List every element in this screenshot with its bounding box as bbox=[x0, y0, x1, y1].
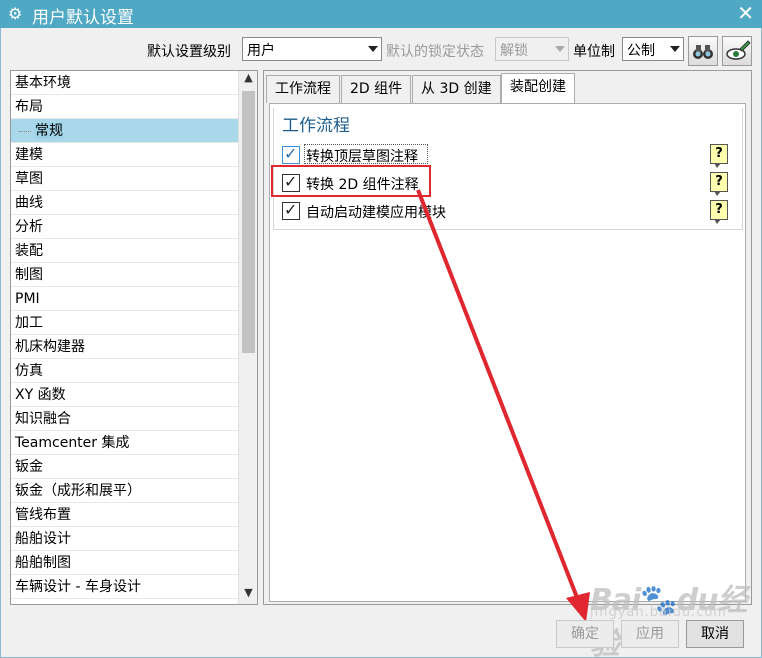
binoculars-icon bbox=[693, 45, 713, 59]
tree-item[interactable]: 草图 bbox=[11, 167, 239, 191]
window-title: 用户默认设置 bbox=[32, 8, 134, 28]
tree-item-selected[interactable]: 常规 bbox=[11, 119, 239, 143]
apply-button[interactable]: 应用 bbox=[621, 620, 679, 648]
settings-panel: 工作流程 2D 组件 从 3D 创建 装配创建 工作流程 ✓ 转换顶层草图注释 … bbox=[263, 70, 752, 605]
tree-item[interactable]: 制图 bbox=[11, 263, 239, 287]
level-select-value: 用户 bbox=[247, 43, 275, 59]
tree-item[interactable]: 仿真 bbox=[11, 359, 239, 383]
tree-item[interactable]: 分析 bbox=[11, 215, 239, 239]
tree-item[interactable]: 钣金（成形和展平） bbox=[11, 479, 239, 503]
tree-item[interactable]: 建模 bbox=[11, 143, 239, 167]
lock-label: 默认的锁定状态 bbox=[386, 44, 484, 60]
find-button[interactable] bbox=[688, 36, 718, 66]
units-select[interactable]: 公制 bbox=[622, 37, 684, 61]
tab-workflow[interactable]: 工作流程 bbox=[266, 75, 340, 103]
group-title: 工作流程 bbox=[282, 116, 350, 136]
tab-create-from-3d[interactable]: 从 3D 创建 bbox=[412, 75, 501, 103]
tree-item[interactable]: 机床构建器 bbox=[11, 335, 239, 359]
chevron-up-icon[interactable]: ▲ bbox=[239, 71, 257, 89]
view-button[interactable] bbox=[722, 36, 752, 66]
chevron-down-icon bbox=[368, 46, 378, 52]
tree-item[interactable]: 曲线 bbox=[11, 191, 239, 215]
vertical-scrollbar[interactable]: ▲ ▼ bbox=[238, 71, 257, 604]
checkmark-icon: ✓ bbox=[284, 144, 298, 163]
tree-item[interactable]: 船舶设计 bbox=[11, 527, 239, 551]
auto-start-modeling-checkbox[interactable]: ✓ bbox=[282, 200, 300, 220]
tree-item[interactable]: 管线布置 bbox=[11, 503, 239, 527]
tree-item[interactable]: PMI bbox=[11, 287, 239, 311]
gear-icon: ⚙ bbox=[8, 4, 23, 23]
level-label: 默认设置级别 bbox=[147, 44, 231, 60]
chevron-down-icon bbox=[670, 46, 680, 52]
chevron-down-icon bbox=[555, 46, 565, 52]
tree-item[interactable]: 车辆设计 - 车身设计 bbox=[11, 575, 239, 599]
tree-item[interactable]: 钣金 bbox=[11, 455, 239, 479]
lock-select: 解锁 bbox=[495, 37, 569, 61]
convert-top-sketch-checkbox[interactable]: ✓ bbox=[282, 144, 300, 164]
scrollbar-thumb[interactable] bbox=[242, 91, 255, 353]
eye-pencil-icon bbox=[726, 40, 751, 60]
tree-item[interactable]: Teamcenter 集成 bbox=[11, 431, 239, 455]
tree-item[interactable]: 加工 bbox=[11, 311, 239, 335]
option-row: ✓ 转换顶层草图注释 ? bbox=[274, 144, 742, 168]
tree-item[interactable]: 船舶制图 bbox=[11, 551, 239, 575]
title-bar: ⚙ 用户默认设置 ✕ bbox=[0, 0, 762, 28]
ok-button[interactable]: 确定 bbox=[556, 620, 614, 648]
tree-item[interactable]: 布局 bbox=[11, 95, 239, 119]
help-icon[interactable]: ? bbox=[710, 200, 728, 224]
units-label: 单位制 bbox=[573, 44, 615, 60]
option-label: 自动启动建模应用模块 bbox=[306, 205, 446, 221]
option-row: ✓ 自动启动建模应用模块 ? bbox=[274, 200, 742, 224]
tree-item[interactable]: 知识融合 bbox=[11, 407, 239, 431]
chevron-down-icon[interactable]: ▼ bbox=[239, 586, 257, 604]
help-icon[interactable]: ? bbox=[710, 172, 728, 196]
tree-connector bbox=[19, 131, 31, 132]
tree-item[interactable]: 基本环境 bbox=[11, 71, 239, 95]
category-list: 基本环境 布局 常规 建模 草图 曲线 分析 装配 制图 PMI 加工 机床构建… bbox=[11, 71, 239, 599]
cancel-button[interactable]: 取消 bbox=[686, 620, 744, 648]
tree-item[interactable]: XY 函数 bbox=[11, 383, 239, 407]
tree-item[interactable]: 装配 bbox=[11, 239, 239, 263]
close-icon[interactable]: ✕ bbox=[737, 1, 754, 25]
level-select[interactable]: 用户 bbox=[242, 37, 382, 61]
help-icon[interactable]: ? bbox=[710, 144, 728, 168]
tab-assembly-create[interactable]: 装配创建 bbox=[501, 73, 575, 105]
units-select-value: 公制 bbox=[627, 43, 655, 59]
option-label: 转换顶层草图注释 bbox=[306, 149, 418, 165]
lock-select-value: 解锁 bbox=[500, 43, 528, 59]
checkmark-icon: ✓ bbox=[284, 200, 298, 219]
tab-2d-component[interactable]: 2D 组件 bbox=[341, 75, 412, 103]
category-tree[interactable]: 基本环境 布局 常规 建模 草图 曲线 分析 装配 制图 PMI 加工 机床构建… bbox=[10, 70, 258, 605]
annotation-highlight-box bbox=[271, 165, 431, 197]
